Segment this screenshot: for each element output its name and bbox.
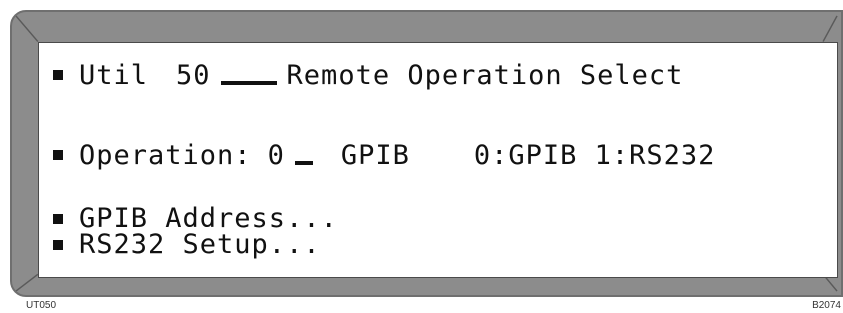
operation-label: Operation:	[79, 139, 252, 171]
menu-code: 50	[176, 59, 211, 91]
operation-cursor-indicator	[294, 161, 313, 165]
operation-options: 0:GPIB 1:RS232	[473, 139, 716, 171]
bullet-icon	[53, 70, 63, 80]
bullet-icon	[53, 214, 63, 224]
menu-code-field-indicator	[220, 81, 277, 85]
operation-row[interactable]: Operation: 0 GPIB 0:GPIB 1:RS232	[53, 137, 827, 173]
menu-title-row: Util 50 Remote Operation Select	[53, 57, 827, 93]
figure-code-left: UT050	[26, 300, 57, 311]
operation-value[interactable]: 0	[268, 140, 285, 171]
figure-code-right: B2074	[812, 300, 841, 311]
menu-name: Util	[79, 59, 149, 91]
submenu-item-label: RS232 Setup...	[79, 229, 321, 260]
bullet-icon	[53, 150, 63, 160]
submenu-item-rs232-setup[interactable]: RS232 Setup...	[53, 231, 827, 259]
bullet-icon	[53, 240, 63, 250]
display-bezel: Util 50 Remote Operation Select Operatio…	[10, 10, 843, 297]
menu-title: Remote Operation Select	[286, 59, 684, 91]
operation-value-text: GPIB	[340, 139, 410, 171]
lcd-screen: Util 50 Remote Operation Select Operatio…	[38, 42, 838, 278]
